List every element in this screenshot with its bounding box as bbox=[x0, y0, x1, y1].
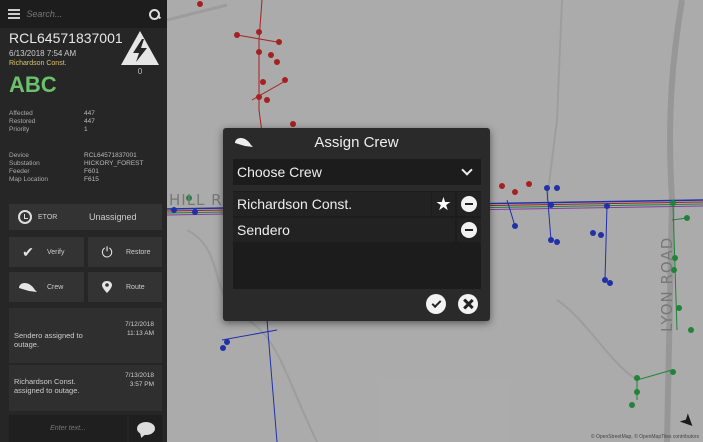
log-timestamp: 7/13/2018 3:57 PM bbox=[125, 371, 154, 389]
search-bar bbox=[0, 0, 167, 28]
log-date: 7/13/2018 bbox=[125, 372, 154, 379]
hard-hat-icon bbox=[19, 283, 37, 292]
chat-bubble-icon bbox=[136, 422, 155, 435]
remove-crew-button[interactable] bbox=[455, 192, 481, 216]
outage-code: ABC bbox=[9, 72, 57, 97]
send-message-button[interactable] bbox=[129, 415, 162, 442]
stat-row-restored: Restored 447 bbox=[9, 118, 95, 126]
detail-row-map-location: Map Location F615 bbox=[9, 176, 143, 184]
minus-circle-icon bbox=[461, 222, 477, 238]
stat-label: Affected bbox=[9, 110, 33, 117]
crew-list-item[interactable]: Sendero bbox=[233, 218, 481, 242]
outage-count: 0 bbox=[137, 67, 143, 76]
etor-button[interactable]: ETOR Unassigned bbox=[9, 204, 162, 230]
log-time: 11:13 AM bbox=[127, 330, 154, 337]
assign-crew-dialog: Assign Crew Choose Crew Richardson Const… bbox=[223, 128, 490, 321]
road-label-lyon-text: LYON ROAD bbox=[658, 236, 676, 332]
app-root: © OpenStreetMap, © OpenMapTiles contribu… bbox=[0, 0, 703, 442]
stat-value: 447 bbox=[84, 110, 95, 117]
etor-value: Unassigned bbox=[89, 212, 137, 222]
check-icon: ✔ bbox=[22, 243, 34, 260]
detail-value: F601 bbox=[84, 168, 99, 175]
detail-label: Device bbox=[9, 152, 29, 159]
outage-crew: Richardson Const. bbox=[9, 60, 67, 67]
check-icon bbox=[431, 297, 441, 308]
log-timestamp: 7/12/2018 11:13 AM bbox=[125, 320, 154, 338]
road-label-hill: HILL R bbox=[169, 191, 223, 209]
stat-value: 447 bbox=[84, 118, 95, 125]
dialog-title: Assign Crew bbox=[314, 134, 399, 151]
log-message: Richardson Const. assigned to outage. bbox=[14, 377, 80, 395]
detail-label: Feeder bbox=[9, 168, 30, 175]
outage-stats: Affected 447 Restored 447 Priority 1 bbox=[9, 110, 95, 134]
route-button[interactable]: Route bbox=[88, 272, 162, 302]
crew-button[interactable]: Crew bbox=[9, 272, 84, 302]
lightning-warning-icon bbox=[121, 31, 159, 65]
clock-icon bbox=[18, 210, 32, 224]
minus-circle-icon bbox=[461, 196, 477, 212]
stat-value: 1 bbox=[84, 126, 88, 133]
detail-label: Map Location bbox=[9, 176, 49, 183]
outage-timestamp: 6/13/2018 7:54 AM bbox=[9, 49, 77, 58]
verify-label: Verify bbox=[47, 248, 65, 256]
detail-label: Substation bbox=[9, 160, 40, 167]
detail-row-substation: Substation HICKORY_FOREST bbox=[9, 160, 143, 168]
message-composer bbox=[9, 415, 127, 442]
crew-list-item[interactable]: Richardson Const. ★ bbox=[233, 192, 481, 216]
crew-name: Sendero bbox=[233, 218, 455, 242]
etor-label: ETOR bbox=[38, 213, 58, 221]
log-entry: Sendero assigned to outage. 7/12/2018 11:… bbox=[9, 308, 162, 363]
restore-label: Restore bbox=[126, 248, 151, 256]
map-attribution[interactable]: © OpenStreetMap, © OpenMapTiles contribu… bbox=[591, 434, 699, 440]
stat-label: Priority bbox=[9, 126, 30, 133]
stat-label: Restored bbox=[9, 118, 36, 125]
star-icon[interactable]: ★ bbox=[431, 192, 455, 216]
power-icon: ⏻ bbox=[101, 243, 113, 260]
stat-row-priority: Priority 1 bbox=[9, 126, 95, 134]
detail-row-device: Device RCL64571837001 bbox=[9, 152, 143, 160]
assigned-crew-list: Richardson Const. ★ Sendero bbox=[233, 191, 481, 289]
chevron-down-icon bbox=[461, 164, 473, 176]
log-message: Sendero assigned to outage. bbox=[14, 331, 83, 349]
restore-button[interactable]: ⏻ Restore bbox=[88, 237, 162, 267]
log-date: 7/12/2018 bbox=[125, 321, 154, 328]
remove-crew-button[interactable] bbox=[455, 218, 481, 242]
detail-value: HICKORY_FOREST bbox=[84, 160, 144, 167]
message-input[interactable] bbox=[9, 425, 127, 432]
crew-select-value: Choose Crew bbox=[237, 164, 322, 180]
detail-row-feeder: Feeder F601 bbox=[9, 168, 143, 176]
crew-label: Crew bbox=[47, 283, 64, 291]
search-icon[interactable] bbox=[149, 8, 160, 20]
sidebar: RCL64571837001 6/13/2018 7:54 AM Richard… bbox=[0, 0, 167, 442]
map-pin-icon bbox=[102, 281, 112, 293]
close-icon bbox=[463, 299, 473, 309]
crew-name: Richardson Const. bbox=[233, 192, 431, 216]
search-input[interactable] bbox=[26, 9, 144, 19]
crew-select[interactable]: Choose Crew bbox=[233, 159, 481, 185]
route-label: Route bbox=[126, 283, 145, 291]
menu-icon[interactable] bbox=[8, 9, 21, 19]
outage-id: RCL64571837001 bbox=[9, 30, 123, 46]
detail-value: F615 bbox=[84, 176, 99, 183]
detail-value: RCL64571837001 bbox=[84, 152, 137, 159]
outage-details: Device RCL64571837001 Substation HICKORY_F… bbox=[9, 152, 143, 184]
confirm-button[interactable] bbox=[426, 294, 446, 314]
log-time: 3:57 PM bbox=[129, 381, 154, 388]
cancel-button[interactable] bbox=[458, 294, 478, 314]
stat-row-affected: Affected 447 bbox=[9, 110, 95, 118]
log-entry: Richardson Const. assigned to outage. 7/… bbox=[9, 365, 162, 411]
verify-button[interactable]: ✔ Verify bbox=[9, 237, 84, 267]
